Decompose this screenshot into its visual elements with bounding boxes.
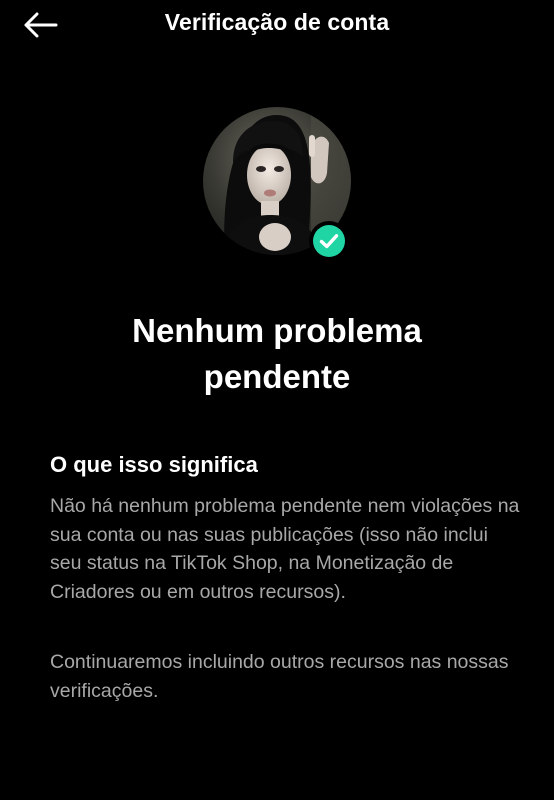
page-title: Verificação de conta: [164, 9, 390, 35]
status-title-line-1: Nenhum problema: [132, 312, 422, 349]
section-heading: O que isso significa: [50, 452, 258, 477]
info-paragraph-2: Continuaremos incluindo outros recursos …: [50, 651, 509, 702]
check-circle-icon: [313, 225, 345, 257]
status-title-line-2: pendente: [203, 358, 351, 395]
status-title: Nenhum problema pendente: [40, 308, 514, 400]
profile-avatar: [203, 107, 351, 261]
info-paragraph-1: Não há nenhum problema pendente nem viol…: [50, 495, 520, 603]
top-bar: Verificação de conta: [0, 0, 554, 52]
verified-badge: [309, 221, 349, 261]
